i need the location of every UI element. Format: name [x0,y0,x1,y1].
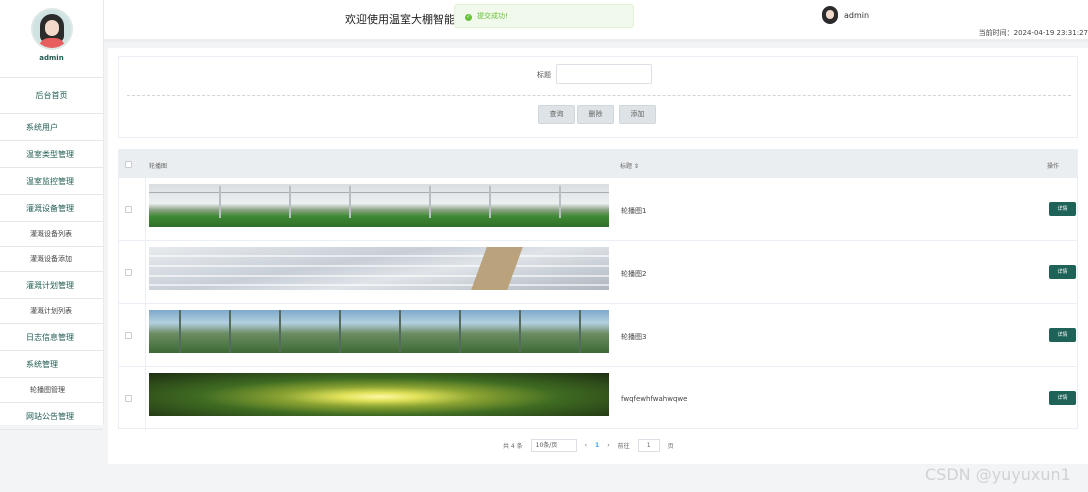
row-checkbox[interactable] [125,269,132,276]
select-all-checkbox[interactable] [125,161,132,168]
sidebar-item-irrigation-plans[interactable]: 灌溉计划管理 [0,272,103,299]
goto-unit: 页 [667,443,674,450]
sidebar-item-carousel[interactable]: 轮播图管理 [0,378,103,403]
welcome-text: 欢迎使用温室大棚智能灌 [345,13,455,26]
delete-button[interactable]: 删除 [577,105,614,124]
row-title: 轮播图3 [621,333,647,341]
check-circle-icon: ✓ [465,14,472,21]
search-form: 标题 查询 删除 添加 [118,56,1078,138]
avatar [30,8,73,50]
header-avatar[interactable] [822,6,838,24]
table-row: 轮播图2 详情 [119,241,1077,304]
detail-button[interactable]: 详情 [1049,328,1076,342]
row-checkbox[interactable] [125,332,132,339]
table-row: 轮播图3 详情 [119,304,1077,367]
detail-button[interactable]: 详情 [1049,265,1076,279]
content-panel: 标题 查询 删除 添加 轮播图 标题 ⇕ 操作 轮播图1 详情 轮播图2 详情 … [108,48,1088,464]
page-1[interactable]: 1 [595,442,599,449]
detail-button[interactable]: 详情 [1049,202,1076,216]
title-search-input[interactable] [556,64,652,84]
detail-button[interactable]: 详情 [1049,391,1076,405]
sidebar-item-plan-list[interactable]: 灌溉计划列表 [0,299,103,324]
success-toast: ✓ 提交成功! [454,4,634,28]
table-header: 轮播图 标题 ⇕ 操作 [119,150,1077,178]
current-time: 当前时间：2024-04-19 23:31:27 [978,29,1088,37]
query-button[interactable]: 查询 [538,105,575,124]
sidebar-item-system[interactable]: 系统管理 [0,351,103,378]
sidebar-item-logs[interactable]: 日志信息管理 [0,324,103,351]
sidebar-item-greenhouse-types[interactable]: 温室类型管理 [0,141,103,168]
row-title: 轮播图1 [621,207,647,215]
carousel-table: 轮播图 标题 ⇕ 操作 轮播图1 详情 轮播图2 详情 轮播图3 详情 fwqf… [118,149,1078,430]
row-checkbox[interactable] [125,395,132,402]
sidebar-item-device-add[interactable]: 灌溉设备添加 [0,247,103,272]
watermark: CSDN @yuyuxun1 [925,465,1071,484]
header: 欢迎使用温室大棚智能灌 ✓ 提交成功! admin 当前时间：2024-04-19… [104,0,1088,42]
header-user-name[interactable]: admin [844,11,869,20]
carousel-image [149,247,609,290]
row-title: fwqfewhfwahwqwe [621,395,688,403]
page-size-select[interactable]: 10条/页 [530,439,577,452]
next-page-button[interactable]: › [607,442,609,449]
toast-message: 提交成功! [477,12,508,20]
carousel-image [149,373,609,416]
sidebar-item-announcements[interactable]: 网站公告管理 [0,403,103,430]
sidebar-item-irrigation-devices[interactable]: 灌溉设备管理 [0,195,103,222]
carousel-image [149,184,609,227]
goto-page-input[interactable]: 1 [637,439,660,452]
goto-label: 前往 [617,443,630,450]
carousel-image [149,310,609,353]
table-row: fwqfewhfwahwqwe 详情 [119,367,1077,430]
title-label: 标题 [537,71,551,79]
header-title[interactable]: 标题 ⇕ [620,161,639,170]
sidebar-item-greenhouse-monitor[interactable]: 温室监控管理 [0,168,103,195]
total-count: 共 4 条 [503,443,523,450]
add-button[interactable]: 添加 [619,105,656,124]
divider [127,95,1071,96]
header-user[interactable]: admin [822,6,869,24]
pagination: 共 4 条 10条/页 ‹ 1 › 前往 1 页 [503,439,674,452]
header-image: 轮播图 [149,163,168,170]
sidebar: admin 后台首页 系统用户 温室类型管理 温室监控管理 灌溉设备管理 灌溉设… [0,0,104,430]
row-checkbox[interactable] [125,206,132,213]
sidebar-item-device-list[interactable]: 灌溉设备列表 [0,222,103,247]
sidebar-user-name: admin [39,54,64,62]
table-row: 轮播图1 详情 [119,178,1077,241]
sidebar-item-system-users[interactable]: 系统用户 [0,114,103,141]
prev-page-button[interactable]: ‹ [585,442,587,449]
row-title: 轮播图2 [621,270,647,278]
header-operation: 操作 [1047,163,1060,170]
sidebar-item-home[interactable]: 后台首页 [0,78,103,114]
sidebar-profile: admin [0,8,103,78]
